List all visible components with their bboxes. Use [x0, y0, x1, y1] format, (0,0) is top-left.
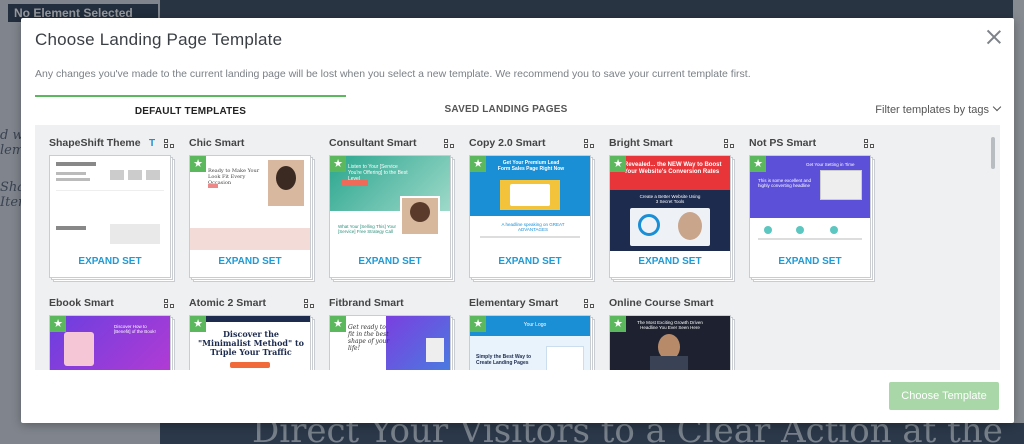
template-stack[interactable]: ★ Ready to Make Your Look Fit Every Occa… [189, 155, 315, 282]
template-thumbnail[interactable]: ★ Get Your Premium Lead Form Sales Page … [469, 155, 591, 278]
star-icon: ★ [330, 156, 346, 172]
star-icon: ★ [470, 316, 486, 332]
template-name: Fitbrand Smart [329, 297, 404, 309]
thumb-headline: Get ready to fit in the best shape of yo… [348, 324, 390, 352]
expand-set-link[interactable]: EXPAND SET [750, 256, 870, 267]
template-thumbnail[interactable]: ★ The Most Exciting Growth Driven Headli… [609, 315, 731, 370]
expand-set-link[interactable]: EXPAND SET [330, 256, 450, 267]
template-thumbnail[interactable]: ★ Discover the "Minimalist Method" to Tr… [189, 315, 311, 370]
expand-set-link[interactable]: EXPAND SET [190, 256, 310, 267]
star-icon: ★ [610, 316, 626, 332]
thumb-headline: Get Your Premium Lead Form Sales Page Ri… [497, 160, 565, 172]
star-icon: ★ [190, 316, 206, 332]
star-icon: ★ [750, 156, 766, 172]
template-chooser-modal: Choose Landing Page Template Any changes… [21, 18, 1014, 423]
thumb-top-text: Get Your Setting in Time [806, 162, 855, 167]
thumbnail-preview: Revealed... the NEW Way to Boost Your We… [610, 156, 730, 251]
template-tabs: DEFAULT TEMPLATES SAVED LANDING PAGES Fi… [35, 95, 1002, 125]
tab-saved-landing-pages[interactable]: SAVED LANDING PAGES [346, 95, 666, 125]
template-name: Elementary Smart [469, 297, 559, 309]
template-stack[interactable]: ★ Discover How to [Benefit] of the Book! [49, 315, 175, 370]
thumb-headline: Discover How to [Benefit] of the Book! [114, 324, 156, 334]
template-name: Bright Smart [609, 137, 673, 149]
thumb-logo-text: Your Logo [523, 322, 547, 328]
star-icon: ★ [190, 156, 206, 172]
thumbnail-preview: Listen to Your [Service You're Offering]… [330, 156, 450, 251]
template-stack[interactable]: ★ Your Logo Simply the Best Way to Creat… [469, 315, 595, 370]
template-name: Atomic 2 Smart [189, 297, 267, 309]
template-set-icon [584, 299, 595, 309]
thumbnail-preview: Ready to Make Your Look Fit Every Occasi… [190, 156, 310, 251]
template-name: Not PS Smart [749, 137, 817, 149]
modal-title: Choose Landing Page Template [35, 30, 283, 49]
template-set-icon [584, 139, 595, 149]
warning-text: Any changes you've made to the current l… [35, 68, 751, 80]
thumb-headline: Revealed... the NEW Way to Boost Your We… [624, 162, 722, 175]
template-thumbnail[interactable]: ★ Discover How to [Benefit] of the Book! [49, 315, 171, 370]
template-stack[interactable]: ★ Get Your Setting in Time This is some … [749, 155, 875, 282]
thumbnail-preview: Discover How to [Benefit] of the Book! [50, 316, 170, 370]
template-stack[interactable]: ★ Listen to Your [Service You're Offerin… [329, 155, 455, 282]
choose-template-button[interactable]: Choose Template [889, 382, 999, 410]
star-icon: ★ [330, 316, 346, 332]
template-stack[interactable]: ★ Get Your Premium Lead Form Sales Page … [469, 155, 595, 282]
expand-set-link[interactable]: EXPAND SET [470, 256, 590, 267]
template-set-icon [164, 139, 175, 149]
thumbnail-preview: Get Your Premium Lead Form Sales Page Ri… [470, 156, 590, 251]
thumb-headline: Simply the Best Way to Create Landing Pa… [476, 354, 532, 366]
template-thumbnail[interactable]: ★ Revealed... the NEW Way to Boost Your … [609, 155, 731, 278]
filter-tags-dropdown[interactable]: Filter templates by tags [875, 102, 1002, 116]
expand-set-link[interactable]: EXPAND SET [610, 256, 730, 267]
star-icon: ★ [50, 316, 66, 332]
star-icon: ★ [470, 156, 486, 172]
template-set-icon [444, 139, 455, 149]
expand-set-link[interactable]: EXPAND SET [50, 256, 170, 267]
template-thumbnail[interactable]: ★ Get Your Setting in Time This is some … [749, 155, 871, 278]
close-icon[interactable] [985, 28, 1003, 46]
template-name: Online Course Smart [609, 297, 714, 309]
thumb-subtext: Create a Better Website Using 3 Secret T… [639, 194, 701, 204]
thumbnail-preview [50, 156, 170, 251]
thumbnail-preview: The Most Exciting Growth Driven Headline… [610, 316, 730, 370]
thumb-headline: The Most Exciting Growth Driven Headline… [637, 320, 703, 330]
scrollbar[interactable] [991, 137, 995, 169]
template-stack[interactable]: EXPAND SET [49, 155, 175, 282]
template-set-icon [724, 139, 735, 149]
thumb-subtext: A headline speaking on GREAT ADVANTAGES [501, 222, 565, 232]
template-set-icon [304, 299, 315, 309]
thrive-logo-icon: T [149, 138, 156, 149]
thumbnail-preview: Discover the "Minimalist Method" to Trip… [190, 316, 310, 370]
thumb-headline: Discover the "Minimalist Method" to Trip… [198, 329, 304, 357]
thumb-headline: This is some excellent and highly conver… [758, 178, 812, 188]
template-stack[interactable]: ★ Discover the "Minimalist Method" to Tr… [189, 315, 315, 370]
template-name: Consultant Smart [329, 137, 417, 149]
template-thumbnail[interactable]: ★ Listen to Your [Service You're Offerin… [329, 155, 451, 278]
filter-label: Filter templates by tags [875, 104, 989, 116]
template-set-icon [864, 139, 875, 149]
chevron-down-icon [992, 102, 1002, 112]
template-stack[interactable]: ★ Revealed... the NEW Way to Boost Your … [609, 155, 735, 282]
star-icon: ★ [610, 156, 626, 172]
tab-default-templates[interactable]: DEFAULT TEMPLATES [35, 95, 346, 125]
template-grid: ShapeShift Theme T EXPAND SET Chic Smart… [35, 125, 1000, 370]
template-name: Chic Smart [189, 137, 245, 149]
template-stack[interactable]: ★ The Most Exciting Growth Driven Headli… [609, 315, 735, 370]
template-thumbnail[interactable]: ★ Get ready to fit in the best shape of … [329, 315, 451, 370]
thumbnail-preview: Get ready to fit in the best shape of yo… [330, 316, 450, 370]
template-thumbnail[interactable]: ★ Your Logo Simply the Best Way to Creat… [469, 315, 591, 370]
template-thumbnail[interactable]: ★ Ready to Make Your Look Fit Every Occa… [189, 155, 311, 278]
thumb-subtext: What Your [Selling This] Your [Service] … [338, 224, 396, 234]
template-set-icon [164, 299, 175, 309]
template-name: Copy 2.0 Smart [469, 137, 546, 149]
template-stack[interactable]: ★ Get ready to fit in the best shape of … [329, 315, 455, 370]
thumbnail-preview: Your Logo Simply the Best Way to Create … [470, 316, 590, 370]
template-thumbnail[interactable]: EXPAND SET [49, 155, 171, 278]
template-name: Ebook Smart [49, 297, 114, 309]
template-name: ShapeShift Theme [49, 137, 141, 149]
thumbnail-preview: Get Your Setting in Time This is some ex… [750, 156, 870, 251]
